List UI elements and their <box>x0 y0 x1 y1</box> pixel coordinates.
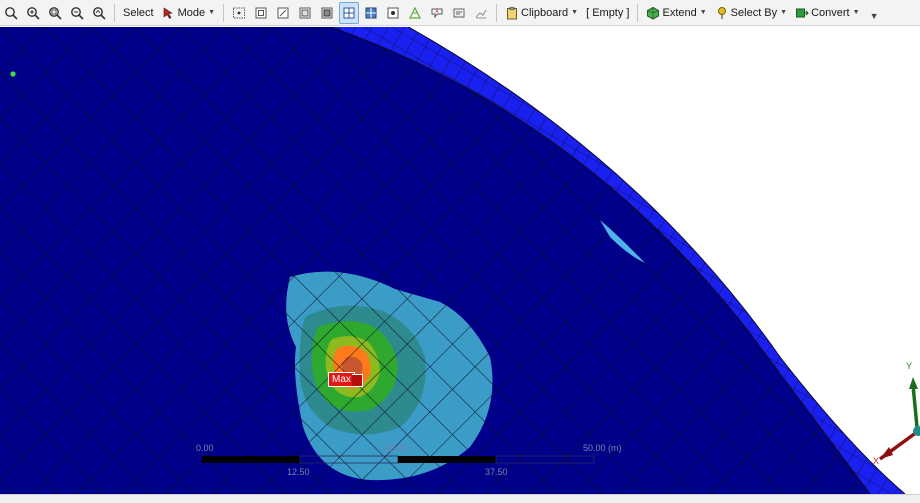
toolbar-overflow-button[interactable]: ▼ <box>865 2 883 24</box>
select-by-dropdown[interactable]: Select By ▼ <box>712 2 790 24</box>
chevron-down-icon: ▼ <box>852 9 860 16</box>
select-edge-icon <box>277 7 289 18</box>
triad-y-label: Y <box>906 361 913 371</box>
zoom-out-icon <box>71 6 84 20</box>
select-button[interactable]: Select <box>120 2 157 24</box>
zoom-previous-button[interactable] <box>89 2 109 24</box>
select-element-face-icon <box>343 7 355 18</box>
chevron-down-icon: ▼ <box>699 9 707 16</box>
chevron-down-icon: ▼ <box>780 9 788 16</box>
extend-label: Extend <box>662 6 697 19</box>
line-chart-icon <box>475 9 487 18</box>
toolbar-separator <box>637 3 639 22</box>
select-mesh-icon <box>409 6 422 19</box>
select-body-button[interactable] <box>317 2 337 24</box>
select-nodes-icon <box>387 7 399 18</box>
convert-label: Convert <box>811 6 850 19</box>
overflow-chevron-icon: ▼ <box>869 10 879 21</box>
probe-icon: A <box>431 8 443 19</box>
select-by-label: Select By <box>730 6 778 19</box>
select-point-icon <box>233 7 246 18</box>
select-mode-dropdown[interactable]: Mode ▼ <box>159 2 218 24</box>
zoom-fit-icon <box>5 6 18 20</box>
pushpin-icon <box>717 6 726 19</box>
graphics-toolbar: Select Mode ▼ A Clipboard ▼ [Empty] Ex… <box>0 0 920 26</box>
select-vertex-icon <box>255 7 267 18</box>
toolbar-separator <box>223 3 225 22</box>
label-button[interactable] <box>449 2 469 24</box>
node-marker <box>10 71 16 77</box>
mesh-result-plot[interactable] <box>0 27 920 494</box>
select-elements-icon <box>365 7 377 18</box>
clipboard-dropdown[interactable]: Clipboard ▼ <box>502 2 581 24</box>
select-face-icon <box>299 7 311 18</box>
chart-button[interactable] <box>471 2 491 24</box>
mode-label: Mode <box>177 6 206 19</box>
select-point-button[interactable] <box>229 2 249 24</box>
zoom-box-button[interactable] <box>45 2 65 24</box>
select-nodes-button[interactable] <box>383 2 403 24</box>
select-elements-button[interactable] <box>361 2 381 24</box>
zoom-in-icon <box>27 6 40 20</box>
clipboard-label: Clipboard <box>521 6 569 19</box>
select-label: Select <box>123 6 154 19</box>
scale-tick-end: 50.00 (m) <box>583 443 622 453</box>
select-vertex-button[interactable] <box>251 2 271 24</box>
label-icon <box>453 8 465 17</box>
cursor-mode-icon <box>163 6 173 19</box>
toolbar-separator <box>114 3 115 22</box>
graphics-viewport[interactable]: Max 0.00 25.00 50.00 (m) 12.50 37.50 Y X <box>0 27 920 494</box>
zoom-in-button[interactable] <box>23 2 43 24</box>
toolbar-separator <box>496 3 498 22</box>
zoom-box-icon <box>49 6 62 20</box>
convert-icon <box>796 8 809 17</box>
scale-tick-mid: 25.00 <box>385 443 408 453</box>
select-element-face-button[interactable] <box>339 1 360 24</box>
probe-button[interactable]: A <box>427 2 447 24</box>
scale-tick-quarter: 12.50 <box>287 467 310 477</box>
select-mesh-button[interactable] <box>405 2 425 24</box>
zoom-out-button[interactable] <box>67 2 87 24</box>
convert-dropdown[interactable]: Convert ▼ <box>792 2 862 24</box>
select-face-button[interactable] <box>295 2 315 24</box>
clipboard-icon <box>507 6 518 19</box>
extend-icon <box>647 6 660 20</box>
select-edge-button[interactable] <box>273 2 293 24</box>
clipboard-contents-indicator: [ Empty ] <box>583 2 632 24</box>
chevron-down-icon: ▼ <box>571 9 579 16</box>
scale-segment-dark <box>202 456 300 463</box>
select-body-icon <box>321 7 333 18</box>
triad-x-label: X <box>873 456 880 466</box>
svg-text:A: A <box>435 9 439 15</box>
clipboard-empty-label: [ Empty ] <box>586 6 630 19</box>
scale-tick-start: 0.00 <box>196 443 214 453</box>
scale-tick-three-quarter: 37.50 <box>485 467 508 477</box>
status-bar <box>0 494 920 503</box>
chevron-down-icon: ▼ <box>208 9 216 16</box>
zoom-to-fit-button[interactable] <box>1 2 21 24</box>
max-value-probe[interactable]: Max <box>328 372 363 387</box>
scale-segment-dark <box>398 456 496 463</box>
extend-dropdown[interactable]: Extend ▼ <box>643 2 709 24</box>
zoom-previous-icon <box>93 6 106 20</box>
